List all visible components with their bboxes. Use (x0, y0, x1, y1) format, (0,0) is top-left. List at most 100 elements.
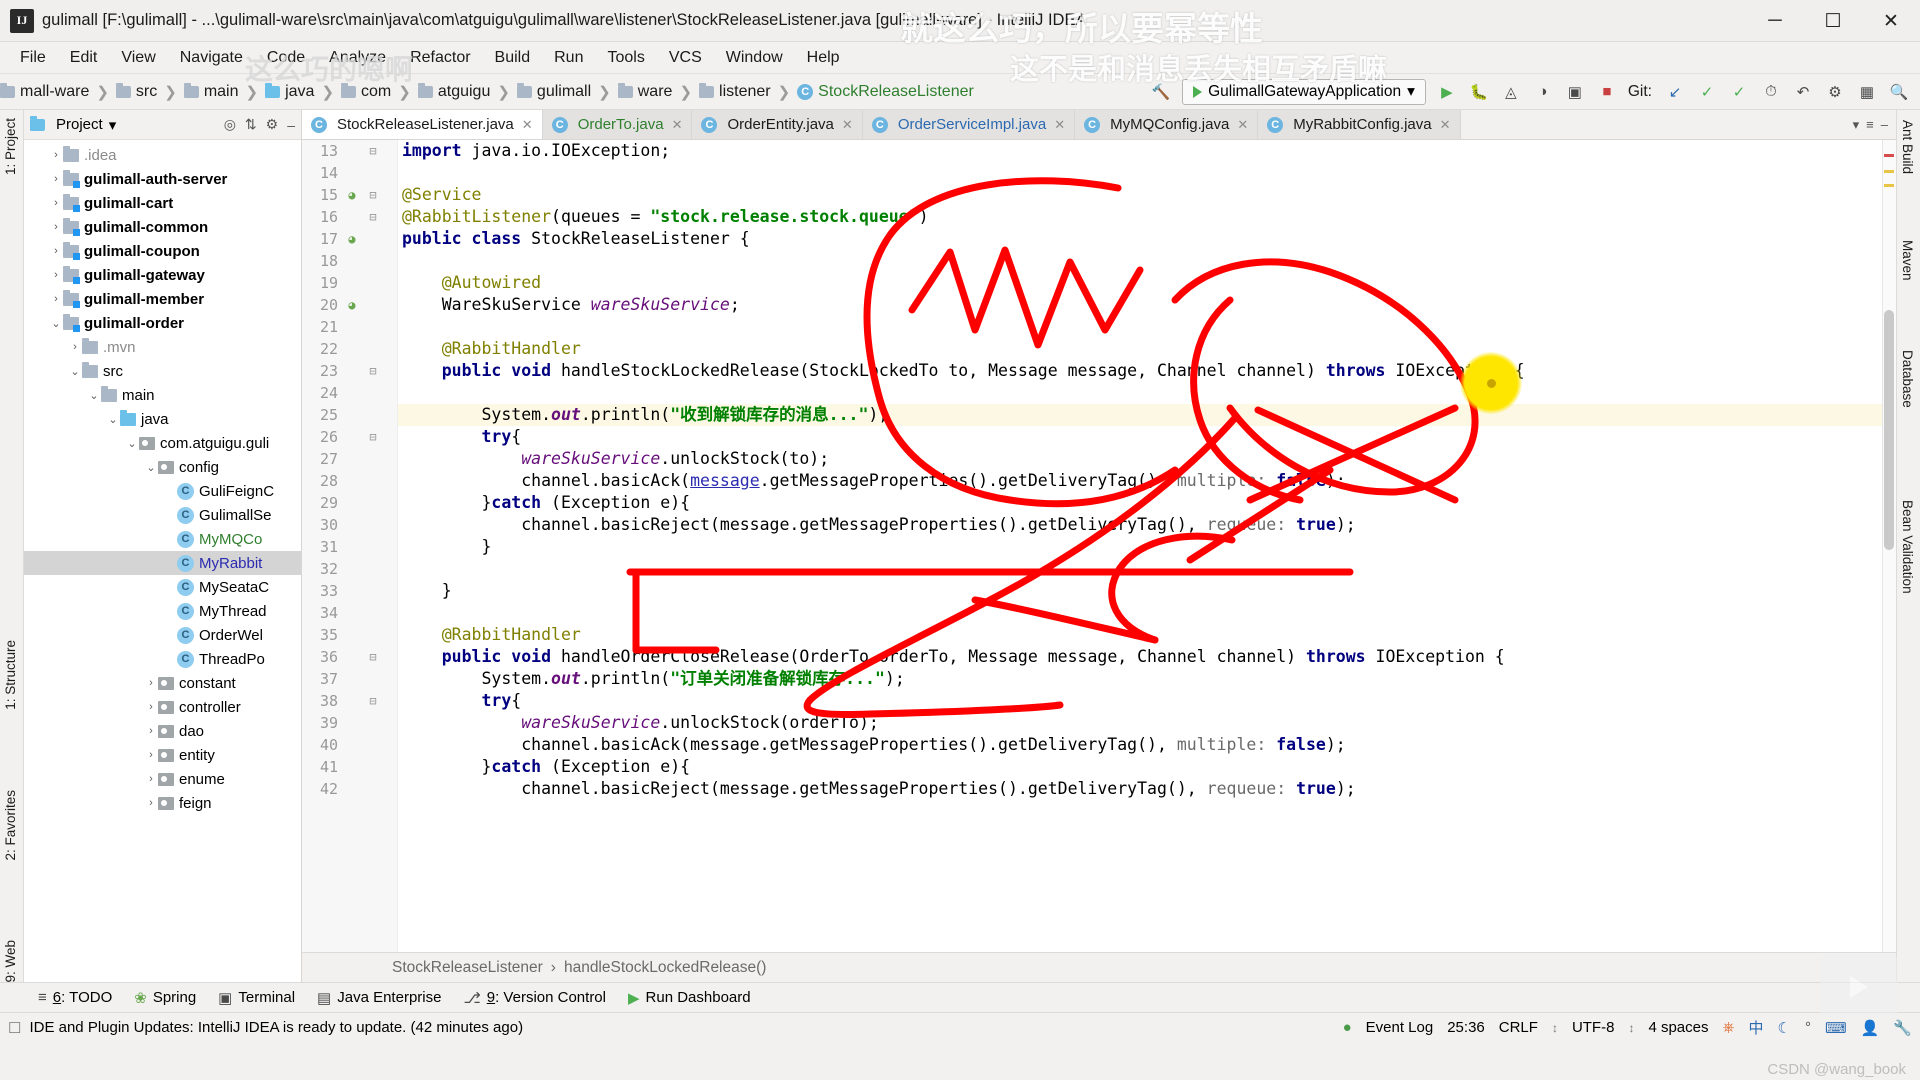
close-icon[interactable]: ✕ (842, 117, 853, 133)
gutter-line[interactable]: 32 (302, 558, 397, 580)
tree-item[interactable]: ⌄ config (24, 455, 301, 479)
layout-icon[interactable]: ▦ (1856, 81, 1878, 103)
chevron-right-icon[interactable]: › (49, 197, 63, 209)
breadcrumb-item-module[interactable]: mall-ware ❯ (0, 82, 116, 101)
minimize-button[interactable]: ─ (1746, 0, 1804, 42)
keyboard-icon[interactable]: ⌨ (1825, 1019, 1847, 1037)
editor-tab[interactable]: C MyRabbitConfig.java ✕ (1258, 110, 1461, 139)
gutter-line[interactable]: 23 ⊟ (302, 360, 397, 382)
caret-position[interactable]: 25:36 (1447, 1019, 1485, 1036)
gutter-line[interactable]: 26 ⊟ (302, 426, 397, 448)
tool-window-button[interactable]: ⎇ 9: Version Control (463, 989, 606, 1007)
update-project-icon[interactable]: ↙ (1664, 81, 1686, 103)
gutter-line[interactable]: 14 (302, 162, 397, 184)
run-with-coverage-icon[interactable]: ◬ (1500, 81, 1522, 103)
gutter-line[interactable]: 25 (302, 404, 397, 426)
gutter-line[interactable]: 39 (302, 712, 397, 734)
menu-refactor[interactable]: Refactor (398, 46, 482, 70)
chevron-right-icon[interactable]: › (49, 221, 63, 233)
tree-item[interactable]: › feign (24, 791, 301, 815)
gutter-line[interactable]: 35 (302, 624, 397, 646)
moon-icon[interactable]: ☾ (1778, 1019, 1791, 1037)
code-line[interactable] (398, 558, 1896, 580)
tree-item[interactable]: › constant (24, 671, 301, 695)
error-stripe[interactable] (1884, 154, 1894, 157)
gutter-line[interactable]: 34 (302, 602, 397, 624)
fold-icon[interactable]: ⊟ (362, 144, 384, 158)
editor-tab[interactable]: C MyMQConfig.java ✕ (1075, 110, 1259, 139)
code-line[interactable]: import java.io.IOException; (398, 140, 1896, 162)
chevron-down-icon[interactable]: ⌄ (49, 317, 63, 330)
chevron-right-icon[interactable]: › (49, 293, 63, 305)
gutter-line[interactable]: 22 (302, 338, 397, 360)
sidebar-item-ant-build[interactable]: Ant Build (1900, 120, 1915, 174)
degree-icon[interactable]: ° (1805, 1019, 1811, 1036)
history-icon[interactable]: ⏱ (1760, 81, 1782, 103)
code-line[interactable] (398, 250, 1896, 272)
sidebar-item-project[interactable]: 1: Project (3, 118, 18, 175)
profile-icon[interactable]: ◑ (1532, 81, 1554, 103)
locate-icon[interactable]: ◎ (224, 116, 236, 133)
tool-window-button[interactable]: ▶ Run Dashboard (628, 989, 751, 1007)
tree-item[interactable]: › gulimall-gateway (24, 263, 301, 287)
menu-file[interactable]: File (8, 46, 58, 70)
code-line[interactable]: channel.basicReject(message.getMessagePr… (398, 514, 1896, 536)
editor-gutter[interactable]: 13 ⊟ 14 15 ◕ ⊟ 16 ⊟ 17 ◕ 18 19 20 ◕ 21 22 23 ⊟ 24 25 26 ⊟ 27 28… (302, 140, 398, 952)
tree-item[interactable]: C MyMQCo (24, 527, 301, 551)
tree-item[interactable]: C ThreadPo (24, 647, 301, 671)
code-line[interactable]: @Autowired (398, 272, 1896, 294)
chevron-down-icon[interactable]: ⌄ (87, 389, 101, 402)
gutter-line[interactable]: 33 (302, 580, 397, 602)
push-icon[interactable]: ✓ (1728, 81, 1750, 103)
code-line[interactable]: public void handleStockLockedRelease(Sto… (398, 360, 1896, 382)
line-separator-chevron-icon[interactable]: ↕ (1552, 1021, 1558, 1035)
code-line[interactable]: try{ (398, 690, 1896, 712)
code-line[interactable]: channel.basicAck(message.getMessagePrope… (398, 734, 1896, 756)
chevron-right-icon[interactable]: › (68, 341, 82, 353)
fold-icon[interactable]: ⊟ (362, 210, 384, 224)
scrollbar-thumb[interactable] (1884, 310, 1894, 550)
tree-item[interactable]: › .idea (24, 143, 301, 167)
chevron-right-icon[interactable]: › (144, 773, 158, 785)
close-icon[interactable]: ✕ (1054, 117, 1065, 133)
chevron-right-icon[interactable]: › (144, 701, 158, 713)
code-line[interactable]: } (398, 536, 1896, 558)
chevron-down-icon[interactable]: ⌄ (125, 437, 139, 450)
tree-item[interactable]: C MySeataC (24, 575, 301, 599)
chevron-down-icon[interactable]: ⌄ (68, 365, 82, 378)
gutter-line[interactable]: 20 ◕ (302, 294, 397, 316)
code-line[interactable]: @Service (398, 184, 1896, 206)
menu-run[interactable]: Run (542, 46, 595, 70)
menu-view[interactable]: View (109, 46, 167, 70)
gutter-line[interactable]: 19 (302, 272, 397, 294)
tree-item[interactable]: C MyRabbit (24, 551, 301, 575)
code-line[interactable]: wareSkuService.unlockStock(to); (398, 448, 1896, 470)
sidebar-item-database[interactable]: Database (1900, 350, 1915, 408)
tool-window-button[interactable]: ▤ Java Enterprise (317, 989, 441, 1007)
tree-item[interactable]: › gulimall-coupon (24, 239, 301, 263)
search-icon[interactable]: 🔍 (1888, 81, 1910, 103)
gutter-line[interactable]: 38 ⊟ (302, 690, 397, 712)
project-tree[interactable]: › .idea › gulimall-auth-server › gulimall-car… (24, 140, 301, 982)
close-icon[interactable]: ✕ (1237, 117, 1248, 133)
code-line[interactable]: public void handleOrderCloseRelease(Orde… (398, 646, 1896, 668)
wrench-icon[interactable]: 🔧 (1893, 1019, 1912, 1037)
chevron-down-icon[interactable]: ⌄ (106, 413, 120, 426)
gutter-line[interactable]: 18 (302, 250, 397, 272)
hide-icon[interactable]: – (287, 117, 295, 133)
code-line[interactable] (398, 382, 1896, 404)
tree-item[interactable]: › .mvn (24, 335, 301, 359)
chevron-right-icon[interactable]: › (49, 149, 63, 161)
sidebar-item-bean-validation[interactable]: Bean Validation (1900, 500, 1915, 594)
chevron-right-icon[interactable]: › (49, 245, 63, 257)
menu-window[interactable]: Window (714, 46, 795, 70)
status-message[interactable]: IDE and Plugin Updates: IntelliJ IDEA is… (29, 1019, 523, 1036)
commit-icon[interactable]: ✓ (1696, 81, 1718, 103)
fold-icon[interactable]: ⊟ (362, 364, 384, 378)
editor-tab[interactable]: C OrderTo.java ✕ (542, 110, 693, 139)
stop-icon[interactable]: ■ (1596, 81, 1618, 103)
chevron-right-icon[interactable]: › (49, 173, 63, 185)
ubuntu-icon[interactable]: ⎈ (1722, 1019, 1734, 1036)
code-line[interactable]: wareSkuService.unlockStock(orderTo); (398, 712, 1896, 734)
gutter-line[interactable]: 24 (302, 382, 397, 404)
